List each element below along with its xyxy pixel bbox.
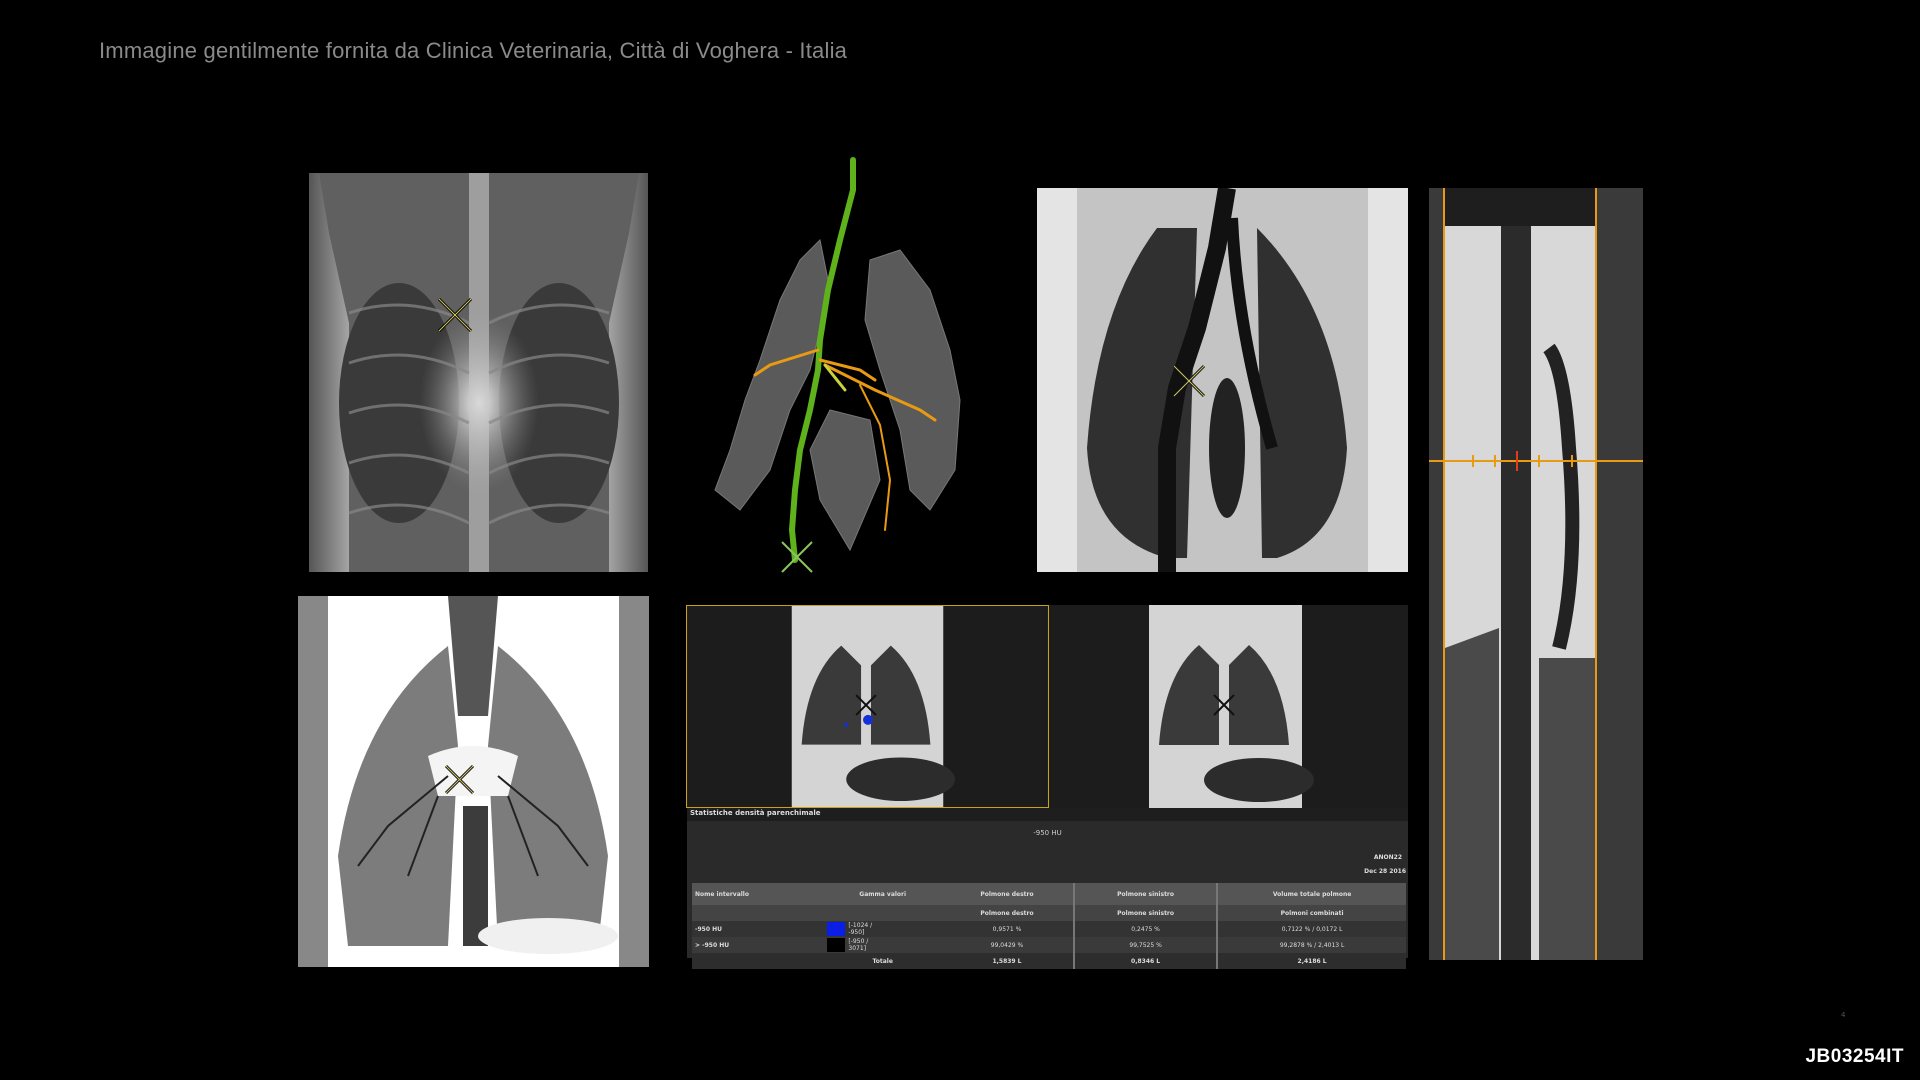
stats-title: Statistiche densità parenchimale <box>690 809 821 817</box>
table-row: -950 HU [-1024 /-950] 0,9571 % 0,2475 % … <box>692 921 1406 937</box>
crosshair-marker-icon <box>781 541 813 573</box>
col-interval: Nome intervallo <box>695 890 749 898</box>
subcol-right: Polmone destro <box>980 909 1034 917</box>
ct-coronal-lung-panel[interactable] <box>298 596 649 967</box>
col-right: Polmone destro <box>980 890 1034 898</box>
stats-date: Dec 28 2016 <box>1364 868 1406 875</box>
col-left: Polmone sinistro <box>1072 883 1218 905</box>
col-range: Gamma valori <box>859 890 907 898</box>
image-credit: Immagine gentilmente fornita da Clinica … <box>99 38 848 63</box>
range-color-swatch <box>827 922 846 936</box>
subcol-total: Polmoni combinati <box>1216 905 1406 921</box>
document-code: JB03254IT <box>1805 1046 1904 1067</box>
stats-patient: ANON22 <box>1373 854 1402 861</box>
table-row-total: Totale 1,5839 L 0,8346 L 2,4186 L <box>692 953 1406 969</box>
straightened-airway-panel[interactable] <box>1429 188 1643 960</box>
ct-thumbnail-highlighted[interactable] <box>686 605 1049 808</box>
density-stats-panel: Statistiche densità parenchimale -950 HU… <box>687 808 1408 969</box>
page-marker: 4 <box>1841 1011 1846 1019</box>
subcol-left: Polmone sinistro <box>1072 905 1218 921</box>
stats-threshold: -950 HU <box>1033 829 1062 837</box>
range-color-swatch <box>827 938 846 952</box>
stats-table: Nome intervallo Gamma valori Polmone des… <box>692 883 1406 969</box>
table-row: > -950 HU [-950 /3071] 99,0429 % 99,7525… <box>692 937 1406 953</box>
col-total: Volume totale polmone <box>1216 883 1406 905</box>
ct-thumbnail-plain[interactable] <box>1049 605 1408 808</box>
radiograph-panel[interactable] <box>309 173 648 572</box>
ct-coronal-airway-panel[interactable] <box>1037 188 1408 572</box>
airway-tree-3d-panel[interactable] <box>700 150 1002 582</box>
